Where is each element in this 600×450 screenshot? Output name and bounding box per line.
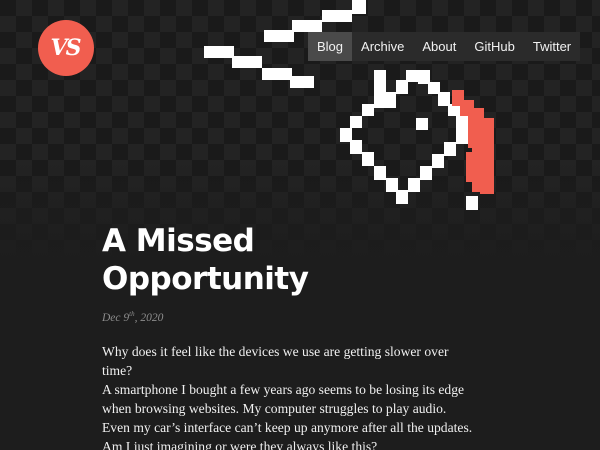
post-excerpt-rest: A smartphone I bought a few years ago se… (102, 381, 473, 450)
nav-twitter-link[interactable]: Twitter (524, 32, 580, 61)
nav-about-link[interactable]: About (413, 32, 465, 61)
post-excerpt-line-1: Why does it feel like the devices we use… (102, 343, 449, 378)
post-title[interactable]: A Missed Opportunity (102, 222, 502, 298)
site-logo[interactable]: VS (38, 20, 94, 76)
page: VS Blog Archive About GitHub Twitter A M… (0, 0, 600, 450)
post-article: A Missed Opportunity Dec 9th, 2020 Why d… (102, 222, 502, 450)
post-date: Dec 9th, 2020 (102, 310, 502, 324)
post-date-year: , 2020 (134, 311, 164, 324)
post-date-month-day: Dec 9 (102, 311, 130, 324)
post-title-line-1: A Missed (102, 223, 255, 259)
nav-archive-link[interactable]: Archive (352, 32, 413, 61)
nav-github-link[interactable]: GitHub (465, 32, 523, 61)
post-title-line-2: Opportunity (102, 261, 309, 297)
logo-text: VS (50, 35, 82, 61)
post-excerpt: Why does it feel like the devices we use… (102, 342, 474, 450)
main-nav: Blog Archive About GitHub Twitter (308, 32, 581, 61)
nav-blog-link[interactable]: Blog (308, 32, 353, 61)
